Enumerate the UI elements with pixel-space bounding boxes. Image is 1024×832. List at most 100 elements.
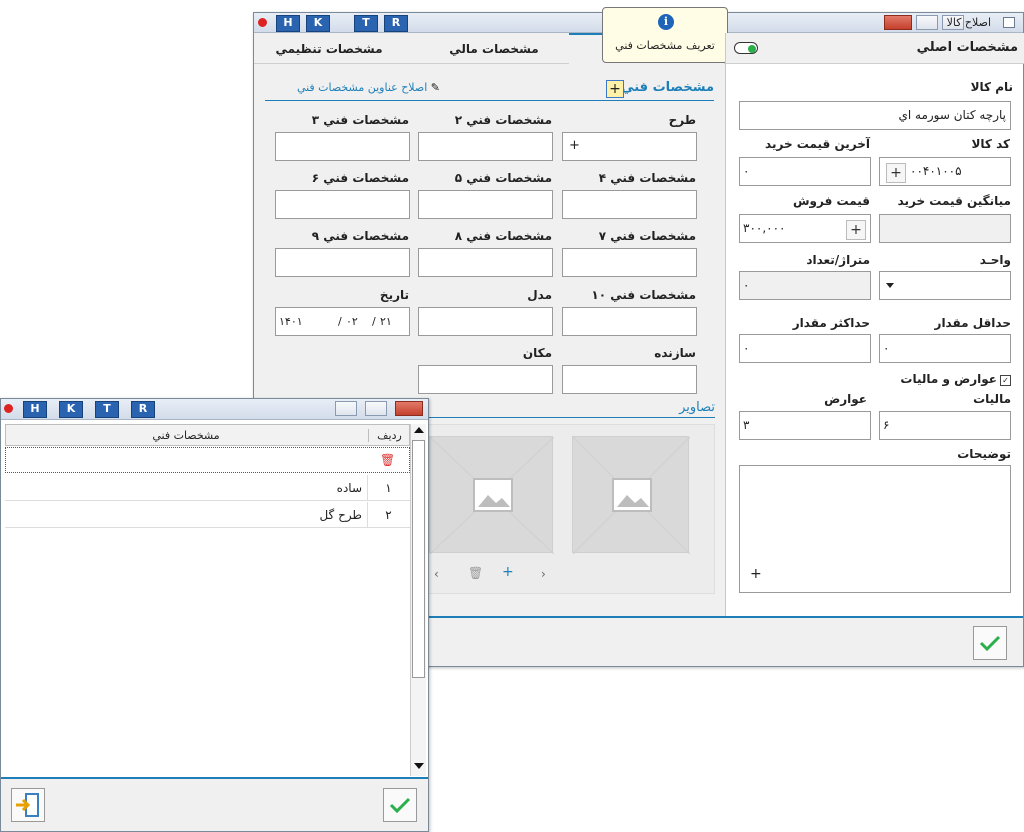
sale-price-value: ۳۰۰,۰۰۰ xyxy=(743,221,786,235)
pencil-icon: ✎ xyxy=(430,81,440,94)
place-input[interactable] xyxy=(418,365,553,394)
last-price-label: آخرين قيمت خريد xyxy=(765,137,870,151)
prev-image-button[interactable]: ‹ xyxy=(434,567,439,581)
tooltip-text: تعريف مشخصات فني xyxy=(615,39,715,52)
design-input[interactable]: + xyxy=(562,132,697,161)
max-qty-input[interactable]: ۰ xyxy=(739,334,871,363)
define-spec-plus-button[interactable]: + xyxy=(606,80,624,98)
popup-minimize-button[interactable] xyxy=(335,401,357,416)
window-title: اصلاح كالا xyxy=(946,16,991,29)
spec7-input[interactable] xyxy=(562,248,697,277)
spec6-input[interactable] xyxy=(275,190,410,219)
tech-header-title: مشخصات فني xyxy=(621,80,714,95)
spec3-input[interactable] xyxy=(275,132,410,161)
spec5-label: مشخصات فني ۵ xyxy=(454,171,552,185)
popup-close-button[interactable] xyxy=(395,401,423,416)
popup-red-dot-icon[interactable] xyxy=(4,404,13,413)
check-icon xyxy=(979,635,1001,652)
k-button[interactable]: K xyxy=(306,15,330,32)
scroll-thumb[interactable] xyxy=(412,440,425,678)
date-day: ۲۱ xyxy=(380,315,392,328)
popup-confirm-button[interactable] xyxy=(383,788,417,822)
maker-input[interactable] xyxy=(562,365,697,394)
spec7-label: مشخصات فني ۷ xyxy=(598,229,696,243)
meterage-input: ۰ xyxy=(739,271,871,300)
spec9-input[interactable] xyxy=(275,248,410,277)
last-price-input[interactable]: ۰ xyxy=(739,157,871,186)
define-tech-specs-tooltip: i تعريف مشخصات فني xyxy=(602,7,728,63)
date-label: تاريخ xyxy=(379,288,409,302)
item-name-input[interactable]: پارچه كتان سورمه اي xyxy=(739,101,1011,130)
sale-price-plus-button[interactable]: + xyxy=(846,220,866,240)
r-button[interactable]: R xyxy=(384,15,408,32)
basic-tab-header: مشخصات اصلي xyxy=(726,33,1024,64)
delete-row-icon[interactable]: 🗑 xyxy=(380,453,395,467)
tab-settings[interactable]: مشخصات تنظيمي xyxy=(254,42,404,56)
description-plus-button[interactable]: + xyxy=(750,566,762,582)
date-input[interactable]: ۱۴۰۱ / ۰۲ / ۲۱ xyxy=(275,307,410,336)
tab-financial[interactable]: مشخصات مالي xyxy=(419,42,569,56)
duties-input[interactable]: ۳ xyxy=(739,411,871,440)
confirm-button[interactable] xyxy=(973,626,1007,660)
unit-select[interactable] xyxy=(879,271,1011,300)
spec10-input[interactable] xyxy=(562,307,697,336)
popup-maximize-button[interactable] xyxy=(365,401,387,416)
delete-image-icon[interactable]: 🗑 xyxy=(468,566,483,580)
popup-h-button[interactable]: H xyxy=(23,401,47,418)
duties-tax-checkbox[interactable]: ✓ xyxy=(1000,375,1011,386)
date-sep-1: / xyxy=(338,315,342,328)
scroll-up-icon[interactable] xyxy=(414,427,424,433)
popup-bottom-bar xyxy=(1,777,428,831)
col-spec-header[interactable]: مشخصات فني xyxy=(6,429,366,442)
row-number: ۲ xyxy=(367,502,409,528)
h-button[interactable]: H xyxy=(276,15,300,32)
table-row[interactable]: طرح گل ۲ xyxy=(5,502,410,528)
model-input[interactable] xyxy=(418,307,553,336)
chevron-down-icon xyxy=(886,283,894,288)
image-icon xyxy=(572,436,691,555)
popup-k-button[interactable]: K xyxy=(59,401,83,418)
place-label: مكان xyxy=(522,346,552,360)
col-row-header[interactable]: رديف xyxy=(368,429,410,442)
tax-input[interactable]: ۶ xyxy=(879,411,1011,440)
spec2-input[interactable] xyxy=(418,132,553,161)
spec5-input[interactable] xyxy=(418,190,553,219)
edit-titles-link[interactable]: ✎ اصلاح عناوين مشخصات فني xyxy=(265,81,440,94)
close-button[interactable] xyxy=(884,15,912,30)
info-icon: i xyxy=(658,14,674,30)
avg-price-input xyxy=(879,214,1011,243)
next-image-button[interactable]: › xyxy=(541,567,546,581)
exit-door-icon xyxy=(16,793,39,817)
image-placeholder-1[interactable] xyxy=(572,436,691,555)
item-code-plus-button[interactable]: + xyxy=(886,163,906,183)
duties-label: عوارض xyxy=(824,392,867,406)
spec4-input[interactable] xyxy=(562,190,697,219)
table-row[interactable]: ساده ۱ xyxy=(5,475,410,501)
spec8-input[interactable] xyxy=(418,248,553,277)
design-plus-button[interactable]: + xyxy=(569,138,580,153)
scroll-down-icon[interactable] xyxy=(414,763,424,769)
t-button[interactable]: T xyxy=(354,15,378,32)
maximize-button[interactable] xyxy=(916,15,938,30)
avg-price-label: ميانگين قيمت خريد xyxy=(897,194,1011,208)
description-textarea[interactable]: + xyxy=(739,465,1011,593)
images-header: تصاوير xyxy=(425,398,715,418)
popup-title-bar: H K T R xyxy=(1,399,428,420)
vertical-scrollbar[interactable] xyxy=(410,424,426,776)
window-red-dot-icon[interactable] xyxy=(258,18,267,27)
exit-button[interactable] xyxy=(11,788,45,822)
image-placeholder-2[interactable] xyxy=(429,436,555,555)
toggle-switch[interactable] xyxy=(734,42,758,54)
popup-t-button[interactable]: T xyxy=(95,401,119,418)
min-qty-label: حداقل مقدار xyxy=(934,316,1011,330)
max-qty-label: حداكثر مقدار xyxy=(792,316,870,330)
min-qty-input[interactable]: ۰ xyxy=(879,334,1011,363)
popup-r-button[interactable]: R xyxy=(131,401,155,418)
images-label: تصاوير xyxy=(679,400,715,415)
sale-price-input[interactable]: ۳۰۰,۰۰۰ + xyxy=(739,214,871,243)
new-row[interactable]: 🗑 xyxy=(5,447,410,473)
add-image-button[interactable]: + xyxy=(502,564,514,580)
item-code-input[interactable]: + ۰۰۴۰۱۰۰۵ xyxy=(879,157,1011,186)
tab-basic[interactable]: مشخصات اصلي xyxy=(917,40,1018,55)
duties-tax-checkbox-row[interactable]: ✓عوارض و ماليات xyxy=(880,372,1011,386)
